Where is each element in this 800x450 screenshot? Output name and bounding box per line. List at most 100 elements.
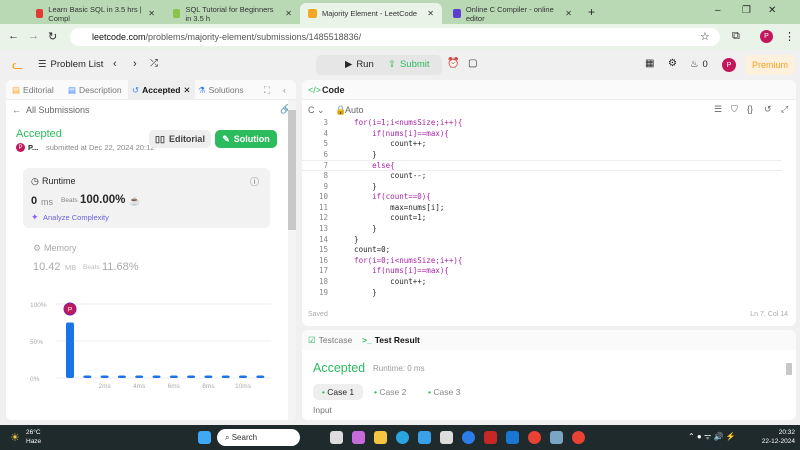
leetcode-logo-icon[interactable]: ᓚ <box>12 57 23 73</box>
star-icon[interactable]: ☆ <box>700 30 710 43</box>
format-icon[interactable]: ☰ <box>714 104 722 115</box>
code-editor[interactable]: 3 for(i=1;i<numsSize;i++){4 if(nums[i]==… <box>302 118 796 298</box>
close-icon[interactable]: ✕ <box>565 9 572 18</box>
premium-button[interactable]: Premium <box>745 55 795 75</box>
url-input[interactable]: leetcode.com/problems/majority-element/s… <box>70 28 720 46</box>
submit-button[interactable]: ⇪ Submit <box>388 59 430 70</box>
weather-text[interactable]: Haze <box>26 438 41 445</box>
back-icon[interactable]: ← <box>8 30 19 42</box>
code-line[interactable]: 16 for(i=0;i<numsSize;i++){ <box>302 256 782 267</box>
notes-icon[interactable]: ▢ <box>468 58 477 69</box>
editorial-button[interactable]: ▯▯ Editorial <box>149 130 211 148</box>
code-line[interactable]: 3 for(i=1;i<numsSize;i++){ <box>302 118 782 129</box>
code-line[interactable]: 6 } <box>302 150 782 161</box>
tab-accepted[interactable]: ↺ Accepted ✕ <box>128 80 195 100</box>
code-line[interactable]: 15 count=0; <box>302 245 782 256</box>
code-line[interactable]: 11 max=nums[i]; <box>302 203 782 214</box>
layout-icon[interactable]: ▦ <box>645 58 654 69</box>
task-view-icon[interactable] <box>330 431 343 444</box>
code-line[interactable]: 8 count--; <box>302 171 782 182</box>
new-tab-button[interactable]: + <box>588 5 595 19</box>
system-tray-icons[interactable]: ⌃ ● ᯤ 🔊 ⚡ <box>688 431 736 442</box>
copilot-icon[interactable] <box>352 431 365 444</box>
app-icon[interactable] <box>462 431 475 444</box>
settings-icon[interactable]: ⚙ <box>668 58 677 69</box>
minimize-button[interactable]: – <box>715 5 721 16</box>
extensions-icon[interactable]: ⧉ <box>732 30 740 43</box>
code-line[interactable]: 14 } <box>302 235 782 246</box>
code-line[interactable]: 13 } <box>302 224 782 235</box>
code-line[interactable]: 4 if(nums[i]==max){ <box>302 129 782 140</box>
file-explorer-icon[interactable] <box>374 431 387 444</box>
chrome-icon[interactable] <box>572 431 585 444</box>
close-window-button[interactable]: ✕ <box>768 5 776 16</box>
auto-mode[interactable]: Auto <box>345 105 364 115</box>
code-line[interactable]: 12 count=1; <box>302 213 782 224</box>
case-1-tab[interactable]: • Case 1 <box>313 384 363 400</box>
tab-solutions[interactable]: ⚗ Solutions <box>198 80 244 100</box>
tab-description[interactable]: ▤ Description <box>68 80 122 100</box>
prev-problem-icon[interactable]: ‹ <box>113 58 117 70</box>
run-button[interactable]: ▶ Run <box>345 59 374 70</box>
profile-avatar[interactable]: P <box>760 30 773 43</box>
reset-icon[interactable]: ↺ <box>764 104 772 115</box>
browser-tab[interactable]: Learn Basic SQL in 3.5 hrs | Compl ✕ <box>28 3 163 24</box>
mcafee-icon[interactable] <box>484 431 497 444</box>
runtime-card[interactable]: ◷ Runtime ⓘ 0 ms Beats 100.00% ☕ ✦ Analy… <box>23 168 270 228</box>
analyze-complexity-link[interactable]: Analyze Complexity <box>43 213 109 222</box>
menu-icon[interactable]: ⋮ <box>784 30 795 43</box>
close-icon[interactable]: ✕ <box>427 9 434 18</box>
app-icon[interactable] <box>550 431 563 444</box>
code-line[interactable]: 10 if(count==0){ <box>302 192 782 203</box>
scrollbar[interactable] <box>288 100 296 420</box>
maximize-icon[interactable]: ⛶ <box>264 80 270 100</box>
store-icon[interactable] <box>440 431 453 444</box>
forward-icon[interactable]: → <box>28 30 39 42</box>
user-avatar[interactable]: P <box>722 58 736 72</box>
case-3-tab[interactable]: • Case 3 <box>428 384 460 400</box>
browser-tab-active[interactable]: Majority Element - LeetCode ✕ <box>300 3 442 24</box>
reload-icon[interactable]: ↻ <box>48 30 57 43</box>
timer-icon[interactable]: ⏰ <box>447 58 459 69</box>
code-line[interactable]: 17 if(nums[i]==max){ <box>302 266 782 277</box>
tab-testcase[interactable]: ☑ Testcase <box>308 330 352 350</box>
submitter-name[interactable]: P... <box>28 143 38 152</box>
expand-icon[interactable]: ⤢ <box>781 104 788 115</box>
browser-tab[interactable]: Online C Compiler - online editor ✕ <box>445 3 580 24</box>
temperature[interactable]: 26°C <box>26 429 41 436</box>
close-icon[interactable]: ✕ <box>285 9 292 18</box>
code-line[interactable]: 5 count++; <box>302 139 782 150</box>
info-icon[interactable]: ⓘ <box>250 175 259 188</box>
collapse-icon[interactable]: ‹ <box>283 80 286 100</box>
close-icon[interactable]: ✕ <box>183 85 190 96</box>
outlook-icon[interactable] <box>506 431 519 444</box>
browser-tab[interactable]: SQL Tutorial for Beginners in 3.5 h ✕ <box>165 3 300 24</box>
solution-button[interactable]: ✎ Solution <box>215 130 277 148</box>
next-problem-icon[interactable]: › <box>133 58 137 70</box>
tab-test-result[interactable]: >_ Test Result <box>362 330 420 350</box>
language-select[interactable]: C ⌄ <box>308 105 325 116</box>
chrome-icon[interactable] <box>528 431 541 444</box>
tab-editorial[interactable]: ▤ Editorial <box>12 80 54 100</box>
scrollbar[interactable] <box>786 355 792 415</box>
close-icon[interactable]: ✕ <box>148 9 155 18</box>
code-line[interactable]: 18 count++; <box>302 277 782 288</box>
bookmark-icon[interactable]: ⛉ <box>731 104 738 115</box>
shuffle-icon[interactable]: ⤮ <box>150 58 158 69</box>
app-icon[interactable] <box>418 431 431 444</box>
braces-icon[interactable]: {} <box>747 104 753 114</box>
taskbar-search[interactable]: ⌕ Search <box>217 429 300 446</box>
streak-counter[interactable]: ♨ 0 <box>690 59 708 70</box>
code-line[interactable]: 9 } <box>302 182 782 193</box>
edge-icon[interactable] <box>396 431 409 444</box>
memory-label[interactable]: Memory <box>44 243 77 253</box>
case-2-tab[interactable]: • Case 2 <box>374 384 406 400</box>
clock-time[interactable]: 20:32 <box>750 429 795 436</box>
all-submissions-link[interactable]: ← All Submissions <box>12 105 90 115</box>
code-line[interactable]: 19 } <box>302 288 782 299</box>
windows-start-icon[interactable] <box>198 431 211 444</box>
problem-list-button[interactable]: ☰ Problem List <box>38 59 103 70</box>
clock-date[interactable]: 22-12-2024 <box>750 438 795 445</box>
restore-button[interactable]: ❐ <box>742 5 751 16</box>
code-line[interactable]: 7 else{ <box>302 160 782 171</box>
